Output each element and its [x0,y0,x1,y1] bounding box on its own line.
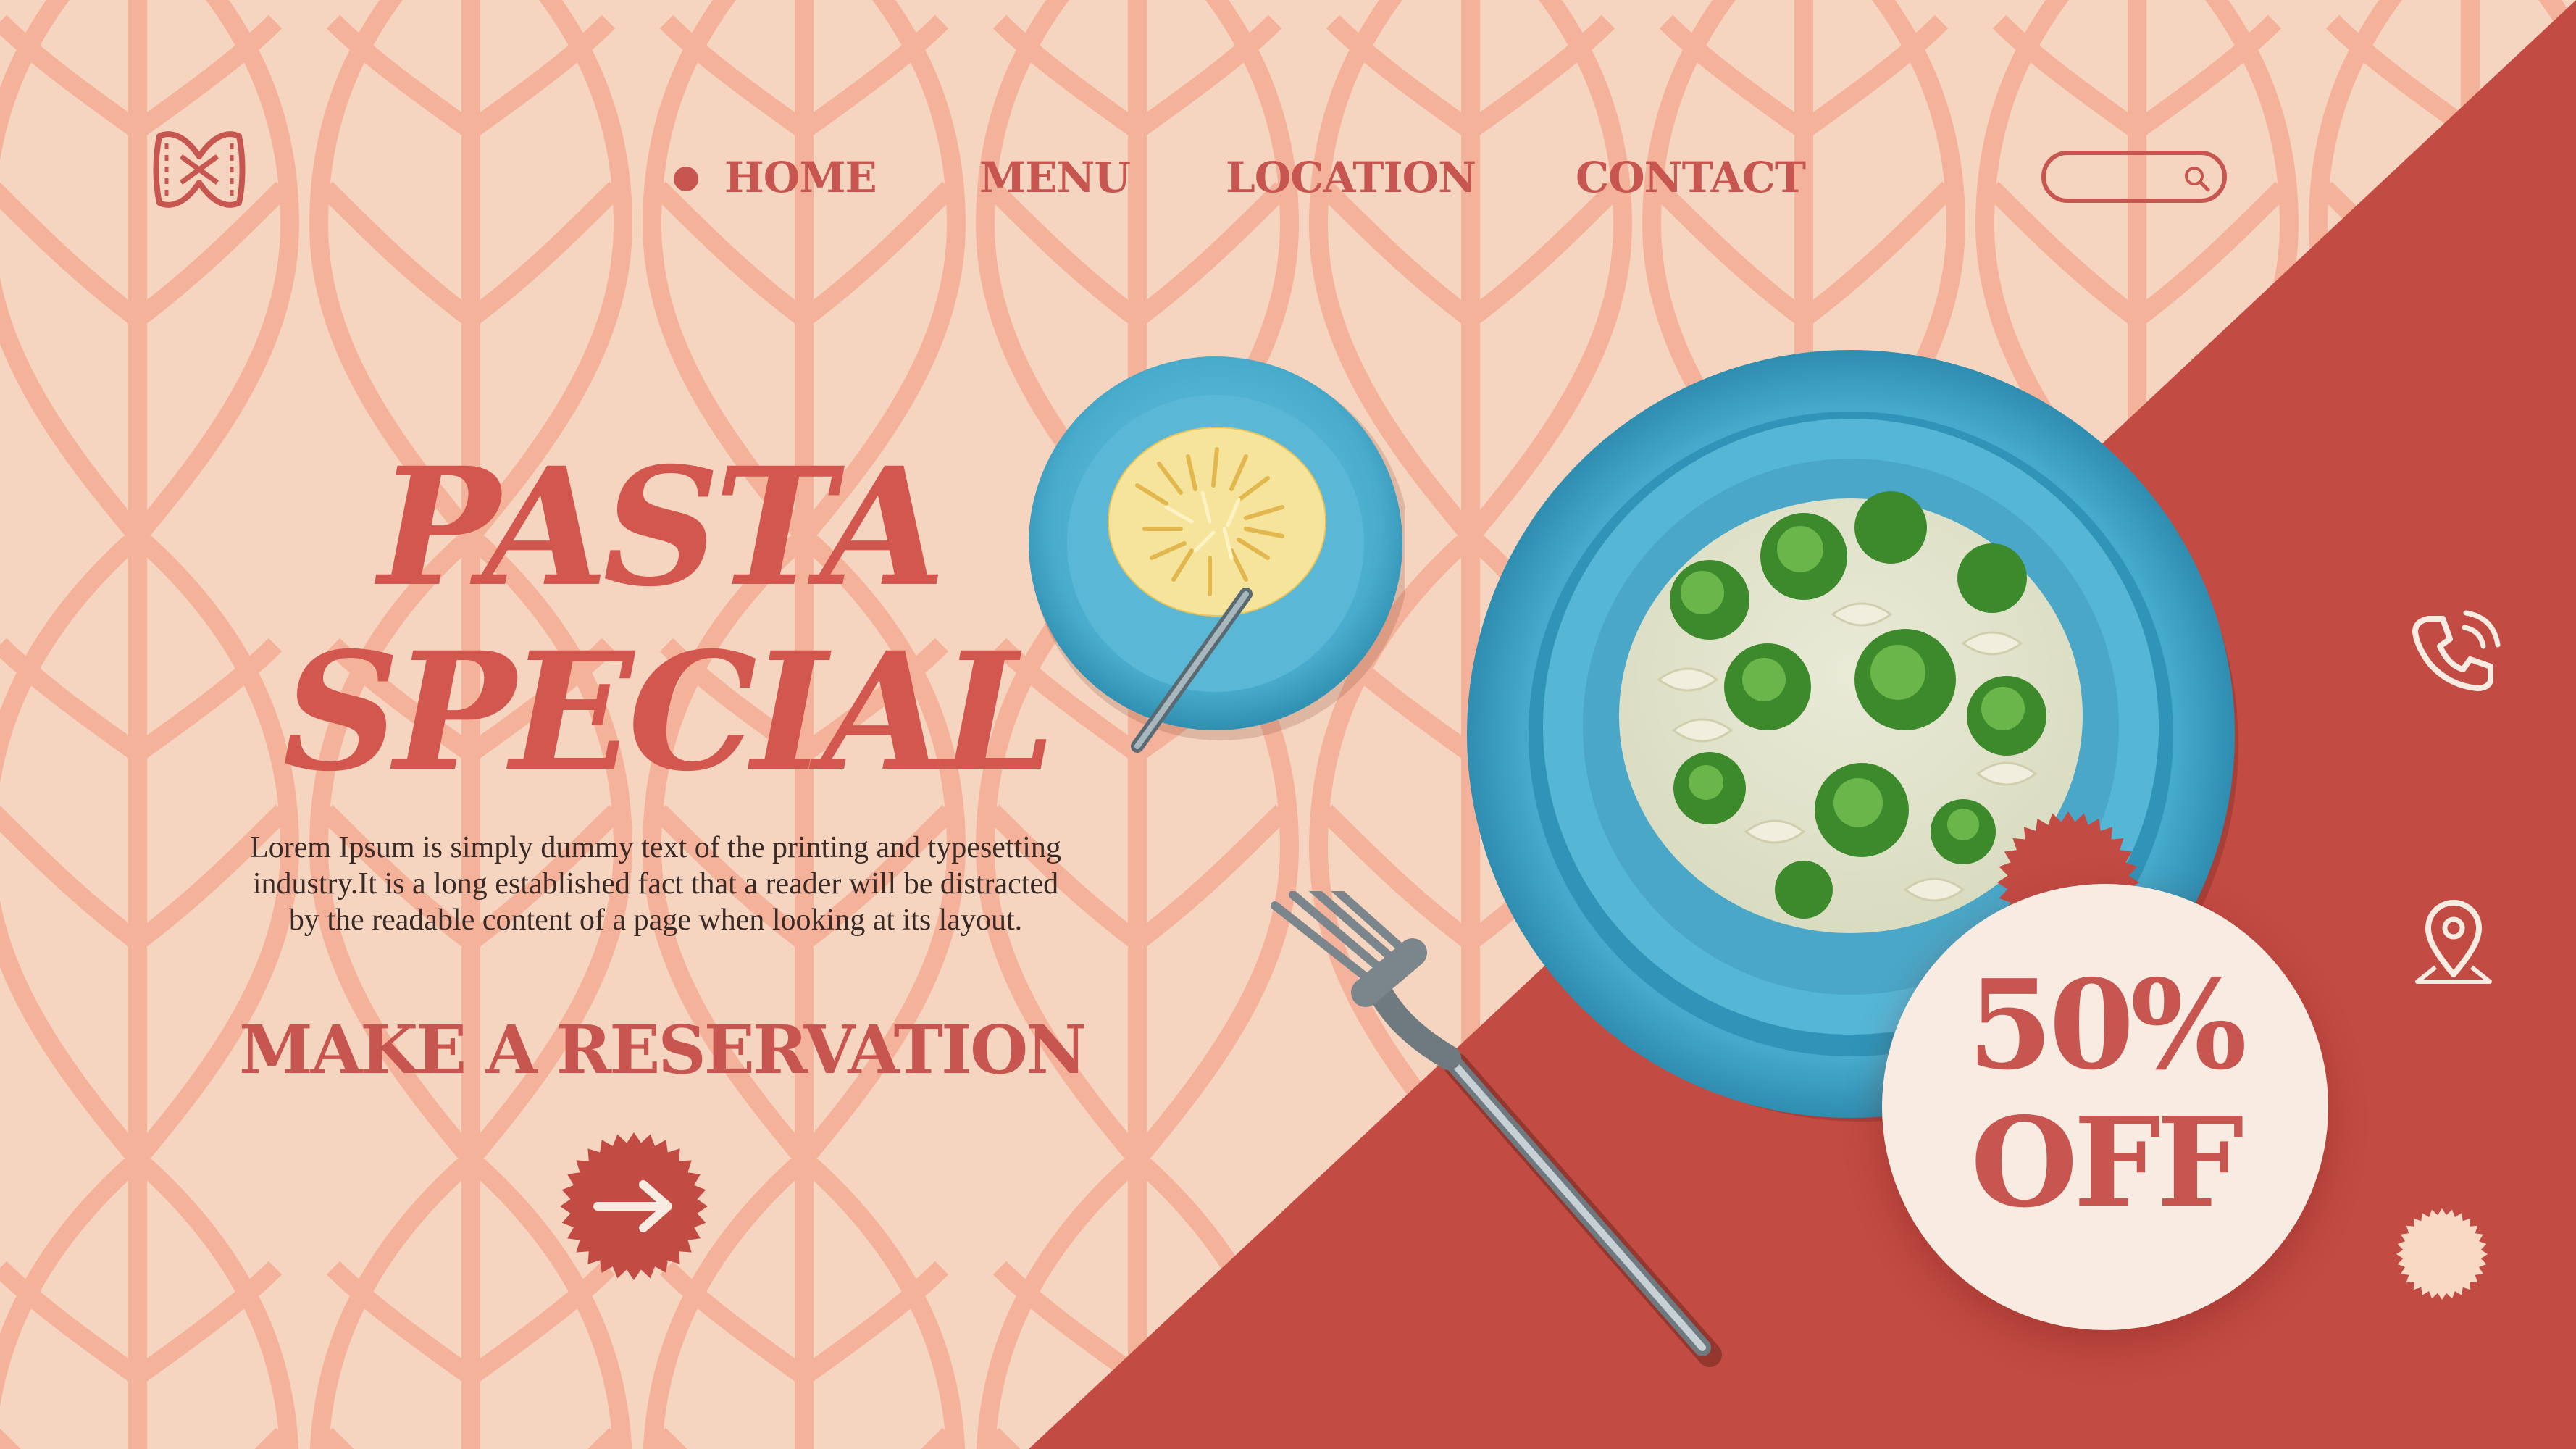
cheese-bowl-image [1029,356,1405,753]
nav-home[interactable]: HOME [724,145,877,210]
discount-percent: 50% [1967,953,2247,1098]
hero-title-line1: PASTA [378,432,946,622]
location-pin-icon[interactable] [2406,895,2501,989]
nav-location[interactable]: LOCATION [1226,145,1476,210]
decorative-starburst-icon [2396,1208,2488,1300]
make-reservation-link[interactable]: MAKE A RESERVATION [239,1011,1087,1089]
phone-icon[interactable] [2406,606,2501,700]
hero-description: Lorem Ipsum is simply dummy text of the … [250,831,1061,937]
hero-title-line2: SPECIAL [283,617,1055,807]
discount-badge: 50% OFF [1882,884,2328,1330]
nav-contact[interactable]: CONTACT [1576,145,1806,210]
search-icon[interactable] [2182,164,2211,193]
nav-menu[interactable]: MENU [979,145,1131,210]
farfalle-logo-icon[interactable] [152,128,246,212]
active-nav-indicator [674,167,698,191]
reservation-arrow-button[interactable] [558,1130,710,1282]
discount-off: OFF [1970,1090,2243,1235]
hero-title: PASTA SPECIAL [283,432,1055,807]
search-input[interactable] [2041,151,2227,203]
landing-page: HOME MENU LOCATION CONTACT PASTA SPECIAL… [0,0,2576,1449]
